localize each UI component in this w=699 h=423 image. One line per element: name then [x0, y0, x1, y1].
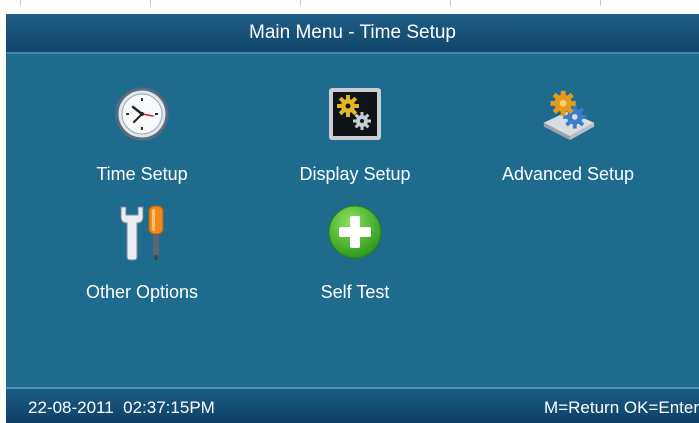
menu-item-other-options[interactable]: Other Options [42, 202, 242, 322]
title-bar: Main Menu - Time Setup [6, 14, 699, 54]
top-tick-marks [0, 0, 699, 14]
menu-item-advanced-setup[interactable]: Advanced Setup [468, 84, 668, 204]
menu-item-time-setup[interactable]: Time Setup [42, 84, 242, 204]
device-frame: Main Menu - Time Setup Time Setup Displa… [0, 0, 699, 423]
device-screen: Main Menu - Time Setup Time Setup Displa… [6, 14, 699, 423]
menu-item-label: Display Setup [299, 164, 411, 184]
menu-item-label: Self Test [320, 282, 390, 302]
clock-icon [112, 84, 172, 144]
plus-icon [325, 202, 385, 262]
menu-item-label: Time Setup [96, 164, 188, 184]
menu-item-self-test[interactable]: Self Test [255, 202, 455, 322]
menu-item-label: Advanced Setup [501, 164, 635, 184]
menu-item-label: Other Options [85, 282, 199, 302]
page-title: Main Menu - Time Setup [249, 22, 456, 43]
menu-item-display-setup[interactable]: Display Setup [255, 84, 455, 204]
advanced-gears-icon [538, 84, 598, 144]
status-key-hint: M=Return OK=Enter [544, 398, 699, 417]
tools-icon [112, 202, 172, 262]
status-datetime: 22-08-2011 02:37:15PM [28, 398, 215, 417]
menu-grid: Time Setup Display Setup Advanced Setup … [6, 54, 699, 387]
status-bar: 22-08-2011 02:37:15PM M=Return OK=Enter [6, 387, 699, 423]
display-gears-icon [325, 84, 385, 144]
